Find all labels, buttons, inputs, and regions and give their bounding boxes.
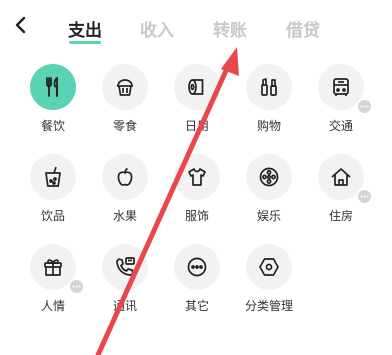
category-icon-circle bbox=[102, 64, 148, 110]
category-label: 通讯 bbox=[112, 299, 137, 313]
category-label: 住房 bbox=[328, 209, 353, 223]
top-bar: 支出 收入 转账 借贷 bbox=[0, 0, 392, 50]
cosmetics-icon bbox=[261, 78, 277, 96]
category-label: 餐饮 bbox=[40, 119, 65, 133]
category-icon-circle bbox=[30, 64, 76, 110]
category-icon-circle bbox=[174, 244, 220, 290]
category-label: 娱乐 bbox=[256, 209, 281, 223]
category-clothing[interactable]: 服饰 bbox=[162, 150, 232, 240]
category-communication[interactable]: 通讯 bbox=[90, 240, 160, 330]
category-housing[interactable]: 住房 bbox=[306, 150, 376, 240]
tab-lending[interactable]: 借贷 bbox=[286, 16, 320, 41]
category-transport[interactable]: 交通 bbox=[306, 60, 376, 150]
film-reel-icon bbox=[259, 167, 279, 187]
bubble-tea-icon bbox=[45, 166, 61, 187]
category-icon-circle bbox=[174, 154, 220, 200]
category-management[interactable]: 分类管理 bbox=[234, 240, 304, 330]
category-icon-circle bbox=[30, 154, 76, 200]
cupcake-icon bbox=[117, 79, 133, 96]
category-icon-circle bbox=[174, 64, 220, 110]
back-arrow-icon[interactable] bbox=[10, 14, 32, 36]
more-options-icon[interactable] bbox=[356, 98, 373, 115]
house-icon bbox=[331, 168, 351, 186]
bus-icon bbox=[333, 78, 349, 96]
category-label: 饮品 bbox=[40, 209, 65, 223]
tissue-roll-icon bbox=[188, 79, 204, 95]
utensils-icon bbox=[46, 77, 58, 97]
tab-transfer[interactable]: 转账 bbox=[213, 16, 247, 41]
more-options-icon[interactable] bbox=[68, 278, 85, 295]
category-label: 分类管理 bbox=[244, 299, 293, 313]
category-label: 人情 bbox=[40, 299, 65, 313]
settings-hexagon-icon bbox=[259, 258, 279, 276]
category-icon-circle bbox=[246, 64, 292, 110]
category-label: 其它 bbox=[184, 299, 209, 313]
category-fruit[interactable]: 水果 bbox=[90, 150, 160, 240]
more-options-icon[interactable] bbox=[356, 188, 373, 205]
apple-icon bbox=[117, 167, 133, 186]
category-entertainment[interactable]: 娱乐 bbox=[234, 150, 304, 240]
active-tab-indicator bbox=[69, 41, 101, 44]
tab-expense[interactable]: 支出 bbox=[68, 16, 102, 41]
category-shopping[interactable]: 购物 bbox=[234, 60, 304, 150]
category-gifts[interactable]: 人情 bbox=[18, 240, 88, 330]
category-label: 服饰 bbox=[184, 209, 209, 223]
category-icon-circle bbox=[102, 154, 148, 200]
category-daily-use[interactable]: 日用 bbox=[162, 60, 232, 150]
category-snacks[interactable]: 零食 bbox=[90, 60, 160, 150]
category-other[interactable]: 其它 bbox=[162, 240, 232, 330]
ellipsis-icon bbox=[187, 257, 207, 277]
category-label: 购物 bbox=[256, 119, 281, 133]
phone-message-icon bbox=[116, 257, 135, 276]
tshirt-icon bbox=[188, 168, 206, 186]
category-icon-circle bbox=[102, 244, 148, 290]
category-label: 交通 bbox=[328, 119, 353, 133]
category-label: 日用 bbox=[184, 119, 209, 133]
category-icon-circle bbox=[246, 154, 292, 200]
category-icon-circle bbox=[246, 244, 292, 290]
gift-icon bbox=[44, 259, 62, 276]
category-dining[interactable]: 餐饮 bbox=[18, 60, 88, 150]
tab-income[interactable]: 收入 bbox=[140, 16, 174, 41]
category-label: 水果 bbox=[112, 209, 137, 223]
category-label: 零食 bbox=[112, 119, 137, 133]
category-drinks[interactable]: 饮品 bbox=[18, 150, 88, 240]
